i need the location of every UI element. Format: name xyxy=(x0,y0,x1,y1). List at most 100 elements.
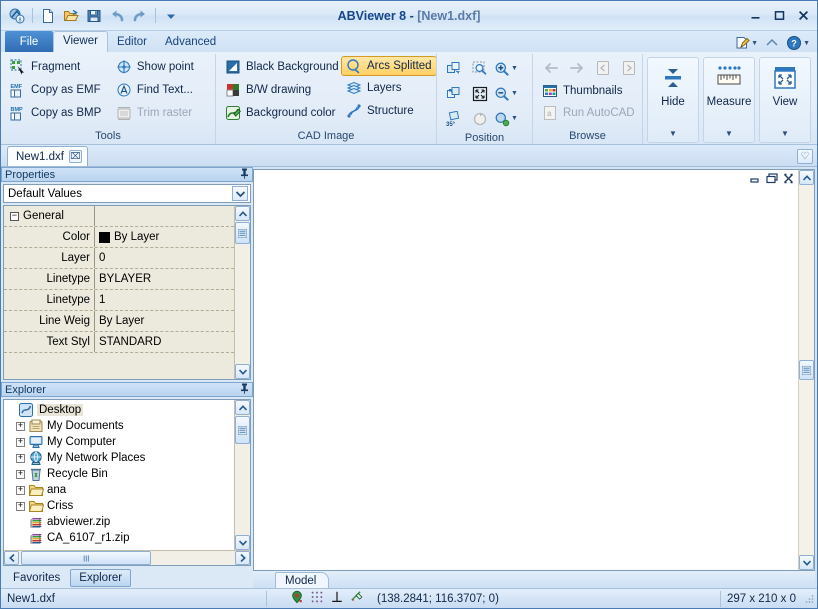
tab-viewer[interactable]: Viewer xyxy=(53,31,108,52)
table-row[interactable]: Color By Layer xyxy=(4,227,234,248)
document-tab-close-icon[interactable]: ⌧ xyxy=(69,150,82,163)
measure-button[interactable]: Measure ▼ xyxy=(703,57,755,143)
tree-node-my-computer[interactable]: + My Computer xyxy=(6,434,234,450)
grid-icon[interactable] xyxy=(310,590,324,607)
tree-node-ana[interactable]: + ana xyxy=(6,482,234,498)
find-text-button[interactable]: Find Text... xyxy=(111,79,211,101)
zoom-extents-button[interactable] xyxy=(467,81,493,106)
table-row[interactable]: Text Styl STANDARD xyxy=(4,332,234,353)
undo-icon[interactable] xyxy=(106,5,128,27)
tree-node-my-network-places[interactable]: + My Network Places xyxy=(6,450,234,466)
table-row[interactable]: Line Weig By Layer xyxy=(4,311,234,332)
tab-favorites[interactable]: Favorites xyxy=(5,569,68,587)
view-button[interactable]: View ▼ xyxy=(759,57,811,143)
scrollbar-thumb[interactable] xyxy=(235,416,250,444)
explorer-vertical-scrollbar[interactable] xyxy=(234,400,250,550)
expand-icon[interactable]: + xyxy=(16,486,25,495)
zoom-previous-caret-icon[interactable]: ▼ xyxy=(511,115,518,122)
scrollbar-track-upper[interactable] xyxy=(799,185,814,360)
edit-mode-caret-icon[interactable]: ▼ xyxy=(751,40,758,47)
canvas-vertical-scrollbar[interactable] xyxy=(798,170,814,570)
property-group-expander-icon[interactable]: − xyxy=(10,212,19,221)
explorer-pin-icon[interactable] xyxy=(240,383,249,397)
copy-as-bmp-button[interactable]: BMP Copy as BMP xyxy=(5,102,111,124)
copy-as-emf-button[interactable]: EMF Copy as EMF xyxy=(5,79,111,101)
measure-caret-icon[interactable]: ▼ xyxy=(725,129,733,138)
redo-icon[interactable] xyxy=(129,5,151,27)
mdi-minimize-icon[interactable] xyxy=(750,173,761,187)
scrollbar-track-lower[interactable] xyxy=(799,380,814,555)
scroll-down-icon[interactable] xyxy=(799,555,814,570)
view-caret-icon[interactable]: ▼ xyxy=(781,129,789,138)
table-row[interactable]: Layer 0 xyxy=(4,248,234,269)
new-file-icon[interactable] xyxy=(37,5,59,27)
property-group-row[interactable]: − General xyxy=(4,206,234,227)
property-value[interactable]: By Layer xyxy=(94,227,234,247)
ortho-icon[interactable] xyxy=(330,590,344,607)
zoom-previous-button[interactable]: ▼ xyxy=(493,106,519,131)
expand-icon[interactable]: + xyxy=(16,470,25,479)
scrollbar-thumb[interactable] xyxy=(235,222,250,244)
scrollbar-thumb[interactable] xyxy=(799,360,814,380)
expand-icon[interactable]: + xyxy=(16,454,25,463)
mdi-close-icon[interactable] xyxy=(783,173,794,187)
scroll-left-icon[interactable] xyxy=(4,551,19,565)
show-point-button[interactable]: Show point xyxy=(111,56,211,78)
tree-node-abviewer-zip[interactable]: abviewer.zip xyxy=(6,514,234,530)
zoom-out-button[interactable]: ▼ xyxy=(493,81,519,106)
property-value[interactable]: 0 xyxy=(94,248,234,268)
move-button[interactable] xyxy=(441,81,467,106)
property-value[interactable]: 1 xyxy=(94,290,234,310)
hide-button[interactable]: Hide ▼ xyxy=(647,57,699,143)
property-value[interactable]: BYLAYER xyxy=(94,269,234,289)
scroll-up-icon[interactable] xyxy=(235,400,250,415)
tree-node-criss[interactable]: + Criss xyxy=(6,498,234,514)
drawing-canvas[interactable] xyxy=(254,170,798,570)
expand-icon[interactable]: + xyxy=(16,422,25,431)
expand-icon[interactable]: + xyxy=(16,438,25,447)
maximize-button[interactable] xyxy=(772,8,787,23)
abviewer-logo-icon[interactable]: 8 xyxy=(6,5,28,27)
property-value[interactable]: By Layer xyxy=(94,311,234,331)
rotate-35-button[interactable]: 35° xyxy=(441,106,467,131)
tab-file[interactable]: File xyxy=(5,31,53,52)
mdi-restore-icon[interactable] xyxy=(766,173,778,187)
tree-node-my-documents[interactable]: + My Documents xyxy=(6,418,234,434)
explorer-horizontal-scrollbar[interactable] xyxy=(4,550,250,565)
tree-node-desktop[interactable]: Desktop xyxy=(6,402,234,418)
help-caret-icon[interactable]: ▼ xyxy=(803,40,810,47)
tab-model[interactable]: Model xyxy=(275,572,329,588)
scroll-right-icon[interactable] xyxy=(235,551,250,565)
arcs-splitted-button[interactable]: Arcs Splitted xyxy=(341,56,437,76)
properties-pin-icon[interactable] xyxy=(240,168,249,182)
minimize-ribbon-button[interactable] xyxy=(764,35,780,51)
tab-explorer[interactable]: Explorer xyxy=(70,569,131,587)
scrollbar-track[interactable] xyxy=(19,551,235,565)
tree-node-recycle-bin[interactable]: + Recycle Bin xyxy=(6,466,234,482)
scroll-up-icon[interactable] xyxy=(799,170,814,185)
edit-mode-button[interactable]: ▼ xyxy=(734,35,758,51)
scroll-down-icon[interactable] xyxy=(235,535,250,550)
bw-drawing-button[interactable]: B/W drawing xyxy=(220,79,341,101)
customize-qat-icon[interactable] xyxy=(160,5,182,27)
property-value[interactable]: STANDARD xyxy=(94,332,234,352)
document-tab-new1[interactable]: New1.dxf ⌧ xyxy=(7,146,88,166)
layers-button[interactable]: Layers xyxy=(341,77,437,99)
properties-vertical-scrollbar[interactable] xyxy=(234,206,250,379)
thumbnails-button[interactable]: Thumbnails xyxy=(537,80,627,102)
close-button[interactable] xyxy=(796,8,811,23)
polar-icon[interactable] xyxy=(350,590,365,607)
tree-node-ca-6107-zip[interactable]: CA_6107_r1.zip xyxy=(6,530,234,546)
black-background-button[interactable]: Black Background xyxy=(220,56,341,78)
zoom-window-button[interactable] xyxy=(467,56,493,81)
structure-button[interactable]: Structure xyxy=(341,100,437,122)
expand-icon[interactable]: + xyxy=(16,502,25,511)
minimize-button[interactable] xyxy=(748,8,763,23)
scroll-up-icon[interactable] xyxy=(235,206,250,221)
table-row[interactable]: Linetype BYLAYER xyxy=(4,269,234,290)
background-color-button[interactable]: Background color xyxy=(220,102,341,124)
tab-advanced[interactable]: Advanced xyxy=(156,32,225,52)
help-button[interactable]: ? ▼ xyxy=(786,35,810,51)
zoom-in-button[interactable]: ▼ xyxy=(493,56,519,81)
zoom-out-caret-icon[interactable]: ▼ xyxy=(511,90,518,97)
